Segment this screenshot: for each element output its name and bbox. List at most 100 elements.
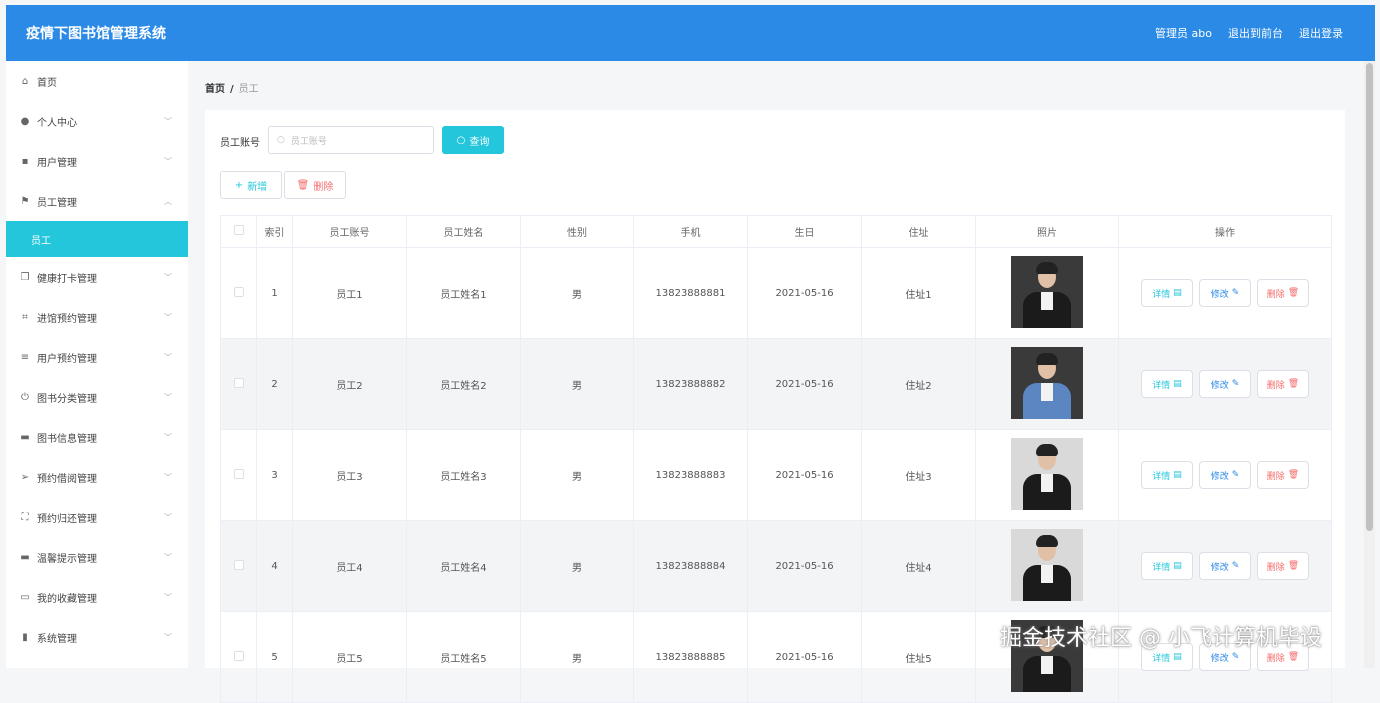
edit-icon: ✎ — [1231, 652, 1240, 662]
sidebar-item-user-booking[interactable]: ≡ 用户预约管理 ﹀ — [6, 337, 188, 377]
content-panel: 员工账号 ○ 员工账号 ○ 查询 + 新增 🗑 删除 索引 员工账号 员工姓名 … — [205, 110, 1345, 703]
row-checkbox[interactable] — [233, 559, 244, 570]
home-icon: ⌂ — [21, 75, 29, 87]
sidebar-item-health-checkin[interactable]: ❐ 健康打卡管理 ﹀ — [6, 257, 188, 297]
sidebar-item-label: 进馆预约管理 — [37, 313, 97, 325]
sidebar-item-staff[interactable]: 员工 — [6, 221, 188, 257]
sidebar-item-book-category[interactable]: ⏻ 图书分类管理 ﹀ — [6, 377, 188, 417]
sidebar-item-users[interactable]: ▪ 用户管理 ﹀ — [6, 141, 188, 181]
message-icon: ▭ — [20, 591, 30, 603]
index-cell: 4 — [256, 520, 293, 612]
full-screen-icon: ⛶ — [21, 511, 29, 523]
document-icon: ▤ — [1173, 288, 1182, 298]
ops-cell: 详情 ▤ 修改 ✎ 删除 🗑 — [1118, 247, 1332, 339]
delete-button[interactable]: 删除 🗑 — [1257, 370, 1309, 398]
breadcrumb: 首页 / 员工 — [205, 80, 259, 95]
search-button-label: 查询 — [469, 136, 490, 148]
edit-button[interactable]: 修改 ✎ — [1199, 461, 1251, 489]
index-cell: 5 — [256, 611, 293, 703]
scrollbar-thumb[interactable] — [1366, 63, 1373, 531]
sidebar-item-book-info[interactable]: ▬ 图书信息管理 ﹀ — [6, 417, 188, 457]
column-header: 员工姓名 — [406, 215, 521, 248]
row-select-cell[interactable] — [220, 611, 257, 703]
select-all-cell[interactable] — [220, 215, 257, 248]
chevron-down-icon: ﹀ — [164, 472, 172, 482]
name-cell: 员工姓名2 — [406, 338, 521, 430]
ops-cell: 详情 ▤ 修改 ✎ 删除 🗑 — [1118, 429, 1332, 521]
row-select-cell[interactable] — [220, 247, 257, 339]
add-button[interactable]: + 新增 — [220, 171, 282, 199]
sidebar-item-label: 预约借阅管理 — [37, 473, 97, 485]
detail-button[interactable]: 详情 ▤ — [1141, 461, 1193, 489]
delete-button[interactable]: 删除 🗑 — [1257, 461, 1309, 489]
search-input[interactable]: ○ 员工账号 — [268, 126, 434, 154]
breadcrumb-home[interactable]: 首页 — [205, 84, 225, 95]
search-button[interactable]: ○ 查询 — [442, 126, 504, 154]
breadcrumb-current: 员工 — [238, 84, 259, 95]
edit-button[interactable]: 修改 ✎ — [1199, 370, 1251, 398]
name-cell: 员工姓名1 — [406, 247, 521, 339]
row-select-cell[interactable] — [220, 520, 257, 612]
edit-icon: ✎ — [1231, 379, 1240, 389]
phone-cell: 13823888883 — [633, 429, 748, 521]
name-cell: 员工姓名4 — [406, 520, 521, 612]
birthday-cell: 2021-05-16 — [747, 429, 862, 521]
sidebar: ⌂ 首页 ● 个人中心 ﹀ ▪ 用户管理 ﹀ ⚑ 员工管理 ︿ 员工 ❐ 健康打… — [6, 61, 188, 668]
column-header: 照片 — [975, 215, 1119, 248]
row-checkbox[interactable] — [233, 377, 244, 388]
sidebar-item-system[interactable]: ▮ 系统管理 ﹀ — [6, 617, 188, 657]
photo-cell — [975, 247, 1119, 339]
exit-to-front-link[interactable]: 退出到前台 — [1228, 25, 1283, 41]
sidebar-item-favorites[interactable]: ▭ 我的收藏管理 ﹀ — [6, 577, 188, 617]
power-icon: ⏻ — [21, 391, 29, 403]
comment-icon: ▬ — [20, 431, 30, 443]
sidebar-item-return-booking[interactable]: ⛶ 预约归还管理 ﹀ — [6, 497, 188, 537]
delete-button[interactable]: 删除 🗑 — [1257, 279, 1309, 307]
chart-icon: ▮ — [22, 631, 28, 643]
sidebar-item-label: 图书信息管理 — [37, 433, 97, 445]
chevron-down-icon: ﹀ — [164, 312, 172, 322]
detail-button[interactable]: 详情 ▤ — [1141, 279, 1193, 307]
row-select-cell[interactable] — [220, 338, 257, 430]
table-row: 2 员工2 员工姓名2 男 13823888882 2021-05-16 住址2… — [220, 338, 1332, 430]
sidebar-item-label: 个人中心 — [37, 117, 77, 129]
sidebar-item-profile[interactable]: ● 个人中心 ﹀ — [6, 101, 188, 141]
logout-link[interactable]: 退出登录 — [1299, 25, 1343, 41]
edit-icon: ✎ — [1231, 288, 1240, 298]
address-cell: 住址2 — [861, 338, 976, 430]
gender-cell: 男 — [520, 247, 634, 339]
admin-label: 管理员 abo — [1155, 27, 1212, 40]
detail-button[interactable]: 详情 ▤ — [1141, 370, 1193, 398]
search-icon: ○ — [277, 135, 285, 145]
watermark: 掘金技术社区 @ 小飞计算机毕设 — [1000, 626, 1322, 651]
gender-cell: 男 — [520, 338, 634, 430]
sidebar-item-borrow-booking[interactable]: ➢ 预约借阅管理 ﹀ — [6, 457, 188, 497]
column-header: 员工账号 — [292, 215, 407, 248]
index-cell: 3 — [256, 429, 293, 521]
row-checkbox[interactable] — [233, 286, 244, 297]
sidebar-item-staff-mgmt[interactable]: ⚑ 员工管理 ︿ — [6, 181, 188, 221]
sidebar-item-home[interactable]: ⌂ 首页 — [6, 61, 188, 101]
account-cell: 员工4 — [292, 520, 407, 612]
document-icon: ▤ — [1173, 379, 1182, 389]
gender-cell: 男 — [520, 520, 634, 612]
select-all-checkbox[interactable] — [233, 225, 244, 235]
edit-icon: ✎ — [1231, 470, 1240, 480]
edit-button[interactable]: 修改 ✎ — [1199, 552, 1251, 580]
detail-button[interactable]: 详情 ▤ — [1141, 552, 1193, 580]
search-placeholder: 员工账号 — [290, 136, 327, 147]
sidebar-item-tips[interactable]: ▬ 温馨提示管理 ﹀ — [6, 537, 188, 577]
gender-cell: 男 — [520, 429, 634, 521]
batch-delete-button[interactable]: 🗑 删除 — [284, 171, 346, 199]
edit-button[interactable]: 修改 ✎ — [1199, 279, 1251, 307]
sidebar-item-entry-booking[interactable]: ⌗ 进馆预约管理 ﹀ — [6, 297, 188, 337]
row-checkbox[interactable] — [233, 468, 244, 479]
list-icon: ≡ — [20, 351, 30, 363]
column-header: 住址 — [861, 215, 976, 248]
edit-icon: ✎ — [1231, 561, 1240, 571]
delete-button[interactable]: 删除 🗑 — [1257, 552, 1309, 580]
row-select-cell[interactable] — [220, 429, 257, 521]
vertical-scrollbar[interactable] — [1364, 61, 1375, 668]
sidebar-item-label: 健康打卡管理 — [37, 273, 97, 285]
row-checkbox[interactable] — [233, 650, 244, 661]
